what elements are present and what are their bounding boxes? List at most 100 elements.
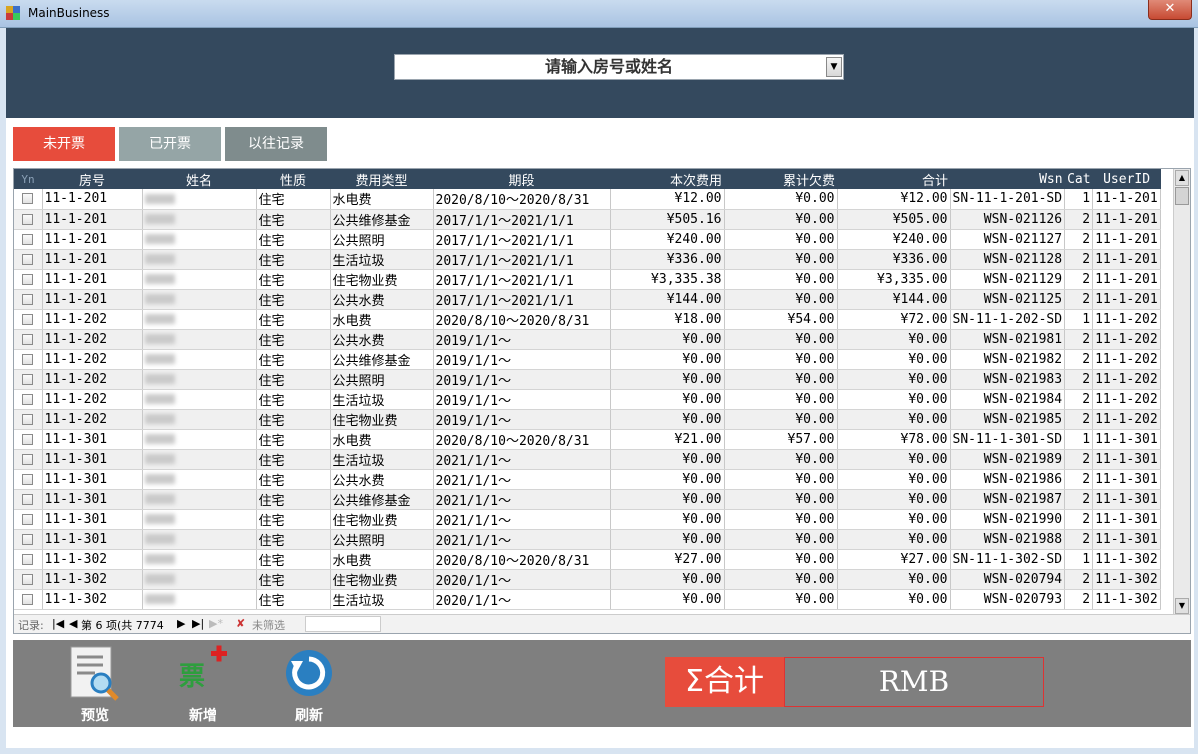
name-cell[interactable] <box>142 349 257 370</box>
cell-7[interactable]: ¥0.00 <box>724 409 838 430</box>
cell-10[interactable]: 2 <box>1064 449 1094 470</box>
cell-1[interactable]: 11-1-301 <box>42 529 143 550</box>
cell-6[interactable]: ¥0.00 <box>610 449 725 470</box>
cell-4[interactable]: 住宅物业费 <box>330 569 434 590</box>
cell-10[interactable]: 1 <box>1064 549 1094 570</box>
cell-7[interactable]: ¥0.00 <box>724 489 838 510</box>
cell-4[interactable]: 生活垃圾 <box>330 249 434 270</box>
cell-1[interactable]: 11-1-202 <box>42 309 143 330</box>
cell-3[interactable]: 住宅 <box>256 189 331 210</box>
cell-7[interactable]: ¥0.00 <box>724 249 838 270</box>
table-row[interactable]: 11-1-202 住宅 生活垃圾 2019/1/1～ ¥0.00 ¥0.00 ¥0.00 WS… <box>14 389 1162 410</box>
row-checkbox-cell[interactable] <box>14 189 43 210</box>
first-record-icon[interactable]: |◀ <box>52 617 64 630</box>
cell-3[interactable]: 住宅 <box>256 329 331 350</box>
cell-4[interactable]: 水电费 <box>330 429 434 450</box>
name-cell[interactable] <box>142 249 257 270</box>
cell-6[interactable]: ¥12.00 <box>610 189 725 210</box>
row-checkbox[interactable] <box>22 353 34 365</box>
table-row[interactable]: 11-1-202 住宅 住宅物业费 2019/1/1～ ¥0.00 ¥0.00 ¥0.00 W… <box>14 409 1162 430</box>
row-checkbox-cell[interactable] <box>14 409 43 430</box>
row-checkbox-cell[interactable] <box>14 429 43 450</box>
cell-8[interactable]: ¥0.00 <box>837 349 951 370</box>
search-combobox[interactable]: 请输入房号或姓名 ▼ <box>394 54 844 80</box>
cell-6[interactable]: ¥0.00 <box>610 469 725 490</box>
record-position[interactable]: 第 6 项(共 7774 <box>81 617 164 633</box>
cell-10[interactable]: 2 <box>1064 389 1094 410</box>
cell-9[interactable]: WSN-021981 <box>950 329 1066 350</box>
prev-record-icon[interactable]: ◀ <box>69 617 77 630</box>
cell-3[interactable]: 住宅 <box>256 309 331 330</box>
cell-7[interactable]: ¥0.00 <box>724 269 838 290</box>
cell-10[interactable]: 2 <box>1064 229 1094 250</box>
cell-11[interactable]: 11-1-301 <box>1092 529 1162 550</box>
cell-6[interactable]: ¥505.16 <box>610 209 725 230</box>
column-header[interactable]: Wsn <box>950 169 1065 189</box>
cell-7[interactable]: ¥0.00 <box>724 189 838 210</box>
new-record-icon[interactable]: ▶* <box>209 617 223 630</box>
cell-4[interactable]: 公共维修基金 <box>330 209 434 230</box>
name-cell[interactable] <box>142 509 257 530</box>
row-checkbox-cell[interactable] <box>14 529 43 550</box>
name-cell[interactable] <box>142 269 257 290</box>
cell-4[interactable]: 公共水费 <box>330 289 434 310</box>
row-checkbox[interactable] <box>22 573 34 585</box>
table-row[interactable]: 11-1-201 住宅 公共照明 2017/1/1～2021/1/1 ¥240.00 ¥0… <box>14 229 1162 250</box>
cell-5[interactable]: 2017/1/1～2021/1/1 <box>433 209 611 230</box>
column-header[interactable]: 性质 <box>256 169 330 189</box>
cell-6[interactable]: ¥0.00 <box>610 569 725 590</box>
name-cell[interactable] <box>142 309 257 330</box>
cell-8[interactable]: ¥27.00 <box>837 549 951 570</box>
name-cell[interactable] <box>142 529 257 550</box>
name-cell[interactable] <box>142 409 257 430</box>
cell-11[interactable]: 11-1-301 <box>1092 509 1162 530</box>
cell-8[interactable]: ¥0.00 <box>837 389 951 410</box>
cell-9[interactable]: WSN-021989 <box>950 449 1066 470</box>
cell-10[interactable]: 2 <box>1064 529 1094 550</box>
name-cell[interactable] <box>142 469 257 490</box>
cell-8[interactable]: ¥505.00 <box>837 209 951 230</box>
row-checkbox[interactable] <box>22 453 34 465</box>
cell-6[interactable]: ¥0.00 <box>610 389 725 410</box>
cell-7[interactable]: ¥0.00 <box>724 389 838 410</box>
cell-8[interactable]: ¥0.00 <box>837 329 951 350</box>
cell-1[interactable]: 11-1-202 <box>42 409 143 430</box>
row-checkbox-cell[interactable] <box>14 469 43 490</box>
row-checkbox-cell[interactable] <box>14 289 43 310</box>
column-header[interactable]: 本次费用 <box>610 169 724 189</box>
row-checkbox-cell[interactable] <box>14 549 43 570</box>
row-checkbox[interactable] <box>22 213 34 225</box>
row-checkbox-cell[interactable] <box>14 509 43 530</box>
cell-1[interactable]: 11-1-201 <box>42 229 143 250</box>
search-input[interactable]: 请输入房号或姓名 <box>395 55 823 79</box>
row-checkbox-cell[interactable] <box>14 269 43 290</box>
cell-11[interactable]: 11-1-201 <box>1092 189 1162 210</box>
cell-4[interactable]: 生活垃圾 <box>330 389 434 410</box>
cell-3[interactable]: 住宅 <box>256 369 331 390</box>
row-checkbox[interactable] <box>22 393 34 405</box>
column-header[interactable]: 费用类型 <box>330 169 433 189</box>
cell-6[interactable]: ¥0.00 <box>610 489 725 510</box>
cell-8[interactable]: ¥0.00 <box>837 569 951 590</box>
cell-3[interactable]: 住宅 <box>256 509 331 530</box>
cell-4[interactable]: 住宅物业费 <box>330 409 434 430</box>
cell-9[interactable]: WSN-021128 <box>950 249 1066 270</box>
cell-9[interactable]: WSN-021988 <box>950 529 1066 550</box>
cell-3[interactable]: 住宅 <box>256 289 331 310</box>
cell-7[interactable]: ¥0.00 <box>724 529 838 550</box>
cell-8[interactable]: ¥0.00 <box>837 449 951 470</box>
cell-6[interactable]: ¥336.00 <box>610 249 725 270</box>
cell-1[interactable]: 11-1-301 <box>42 449 143 470</box>
cell-9[interactable]: WSN-020794 <box>950 569 1066 590</box>
cell-7[interactable]: ¥0.00 <box>724 369 838 390</box>
cell-5[interactable]: 2017/1/1～2021/1/1 <box>433 249 611 270</box>
cell-10[interactable]: 1 <box>1064 429 1094 450</box>
row-checkbox[interactable] <box>22 413 34 425</box>
table-row[interactable]: 11-1-302 住宅 住宅物业费 2020/1/1～ ¥0.00 ¥0.00 ¥0.00 W… <box>14 569 1162 590</box>
cell-9[interactable]: WSN-021984 <box>950 389 1066 410</box>
cell-5[interactable]: 2019/1/1～ <box>433 389 611 410</box>
cell-4[interactable]: 公共照明 <box>330 229 434 250</box>
cell-3[interactable]: 住宅 <box>256 549 331 570</box>
cell-8[interactable]: ¥0.00 <box>837 489 951 510</box>
table-row[interactable]: 11-1-202 住宅 公共照明 2019/1/1～ ¥0.00 ¥0.00 ¥0.00 WS… <box>14 369 1162 390</box>
